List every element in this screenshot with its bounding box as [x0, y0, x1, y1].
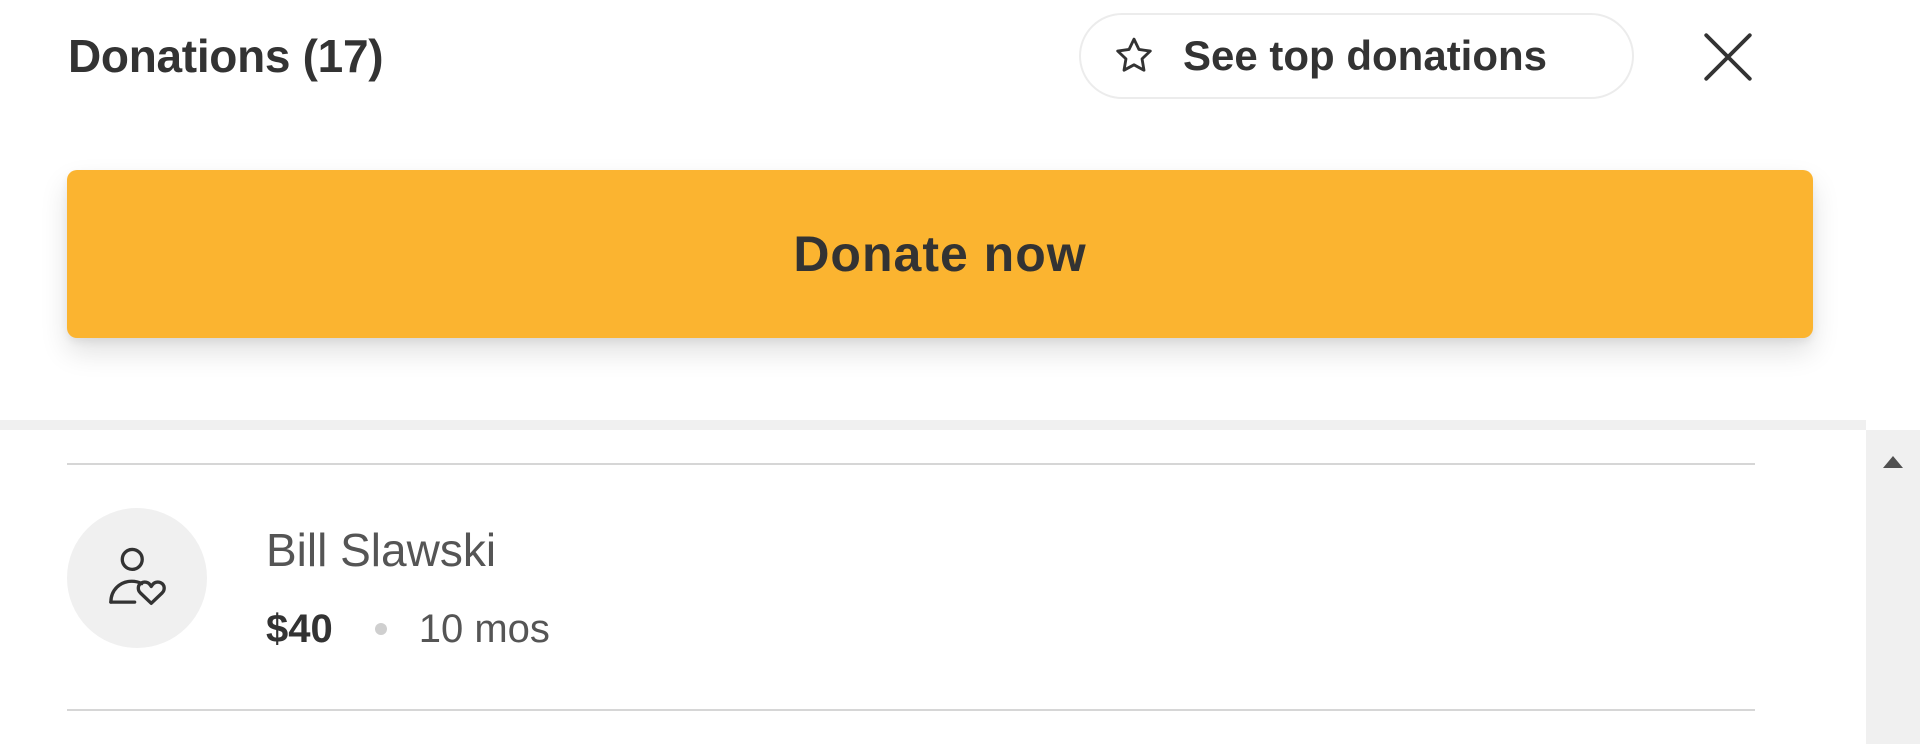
scroll-up-arrow-icon — [1883, 456, 1903, 468]
list-divider — [67, 463, 1755, 465]
scrollbar[interactable] — [1866, 430, 1920, 744]
list-divider — [67, 709, 1755, 711]
scroll-up-button[interactable] — [1866, 442, 1920, 482]
donor-name: Bill Slawski — [266, 524, 497, 576]
donation-meta: $40 10 mos — [266, 602, 550, 656]
dialog-title: Donations (17) — [68, 30, 384, 82]
close-icon — [1699, 28, 1757, 91]
star-icon — [1111, 33, 1157, 79]
donation-time: 10 mos — [418, 606, 550, 651]
donations-list: Bill Slawski $40 10 mos — [0, 430, 1866, 744]
donate-now-button[interactable]: Donate now — [67, 170, 1813, 338]
person-heart-icon — [99, 538, 175, 619]
see-top-donations-label: See top donations — [1183, 32, 1548, 79]
avatar — [67, 508, 207, 648]
donate-now-label: Donate now — [793, 226, 1087, 282]
section-separator — [0, 420, 1866, 430]
separator-dot — [374, 623, 387, 635]
donations-dialog: Donations (17) See top donations Donate … — [0, 0, 1920, 744]
donation-amount: $40 — [266, 606, 333, 651]
see-top-donations-button[interactable]: See top donations — [1079, 13, 1634, 99]
close-button[interactable] — [1696, 27, 1760, 91]
